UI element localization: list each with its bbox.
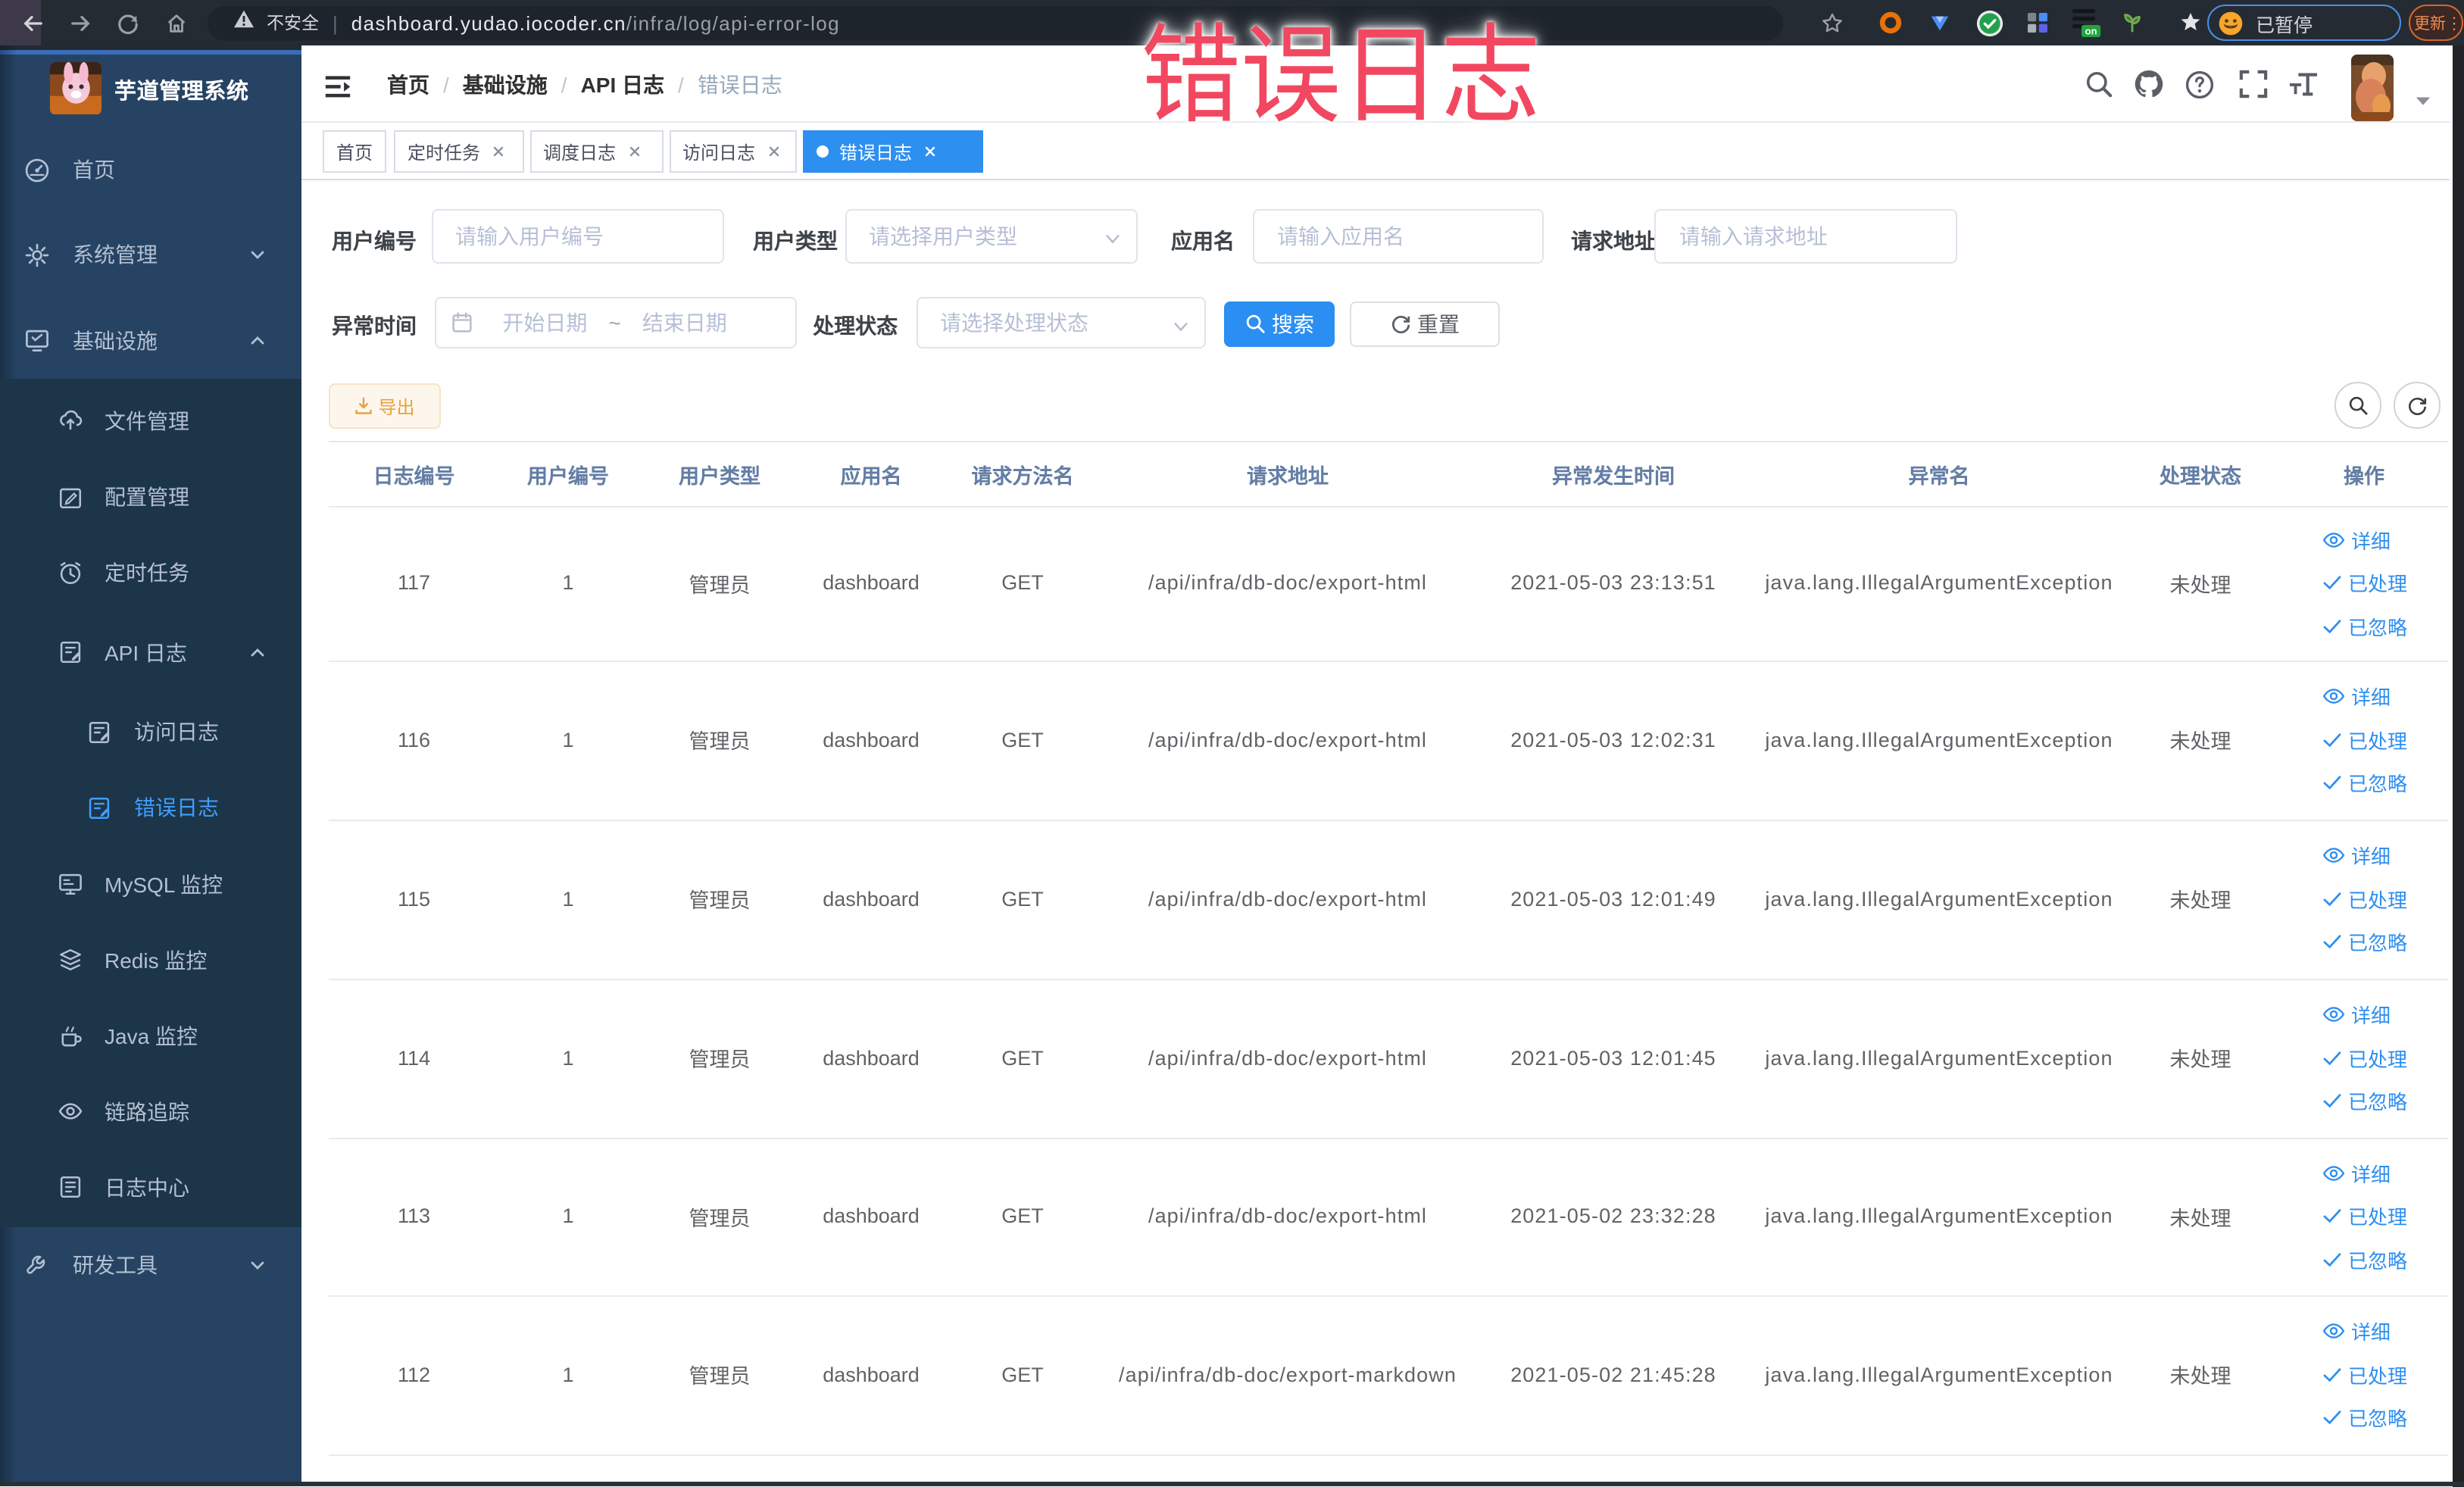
- svg-text:on: on: [2085, 26, 2097, 37]
